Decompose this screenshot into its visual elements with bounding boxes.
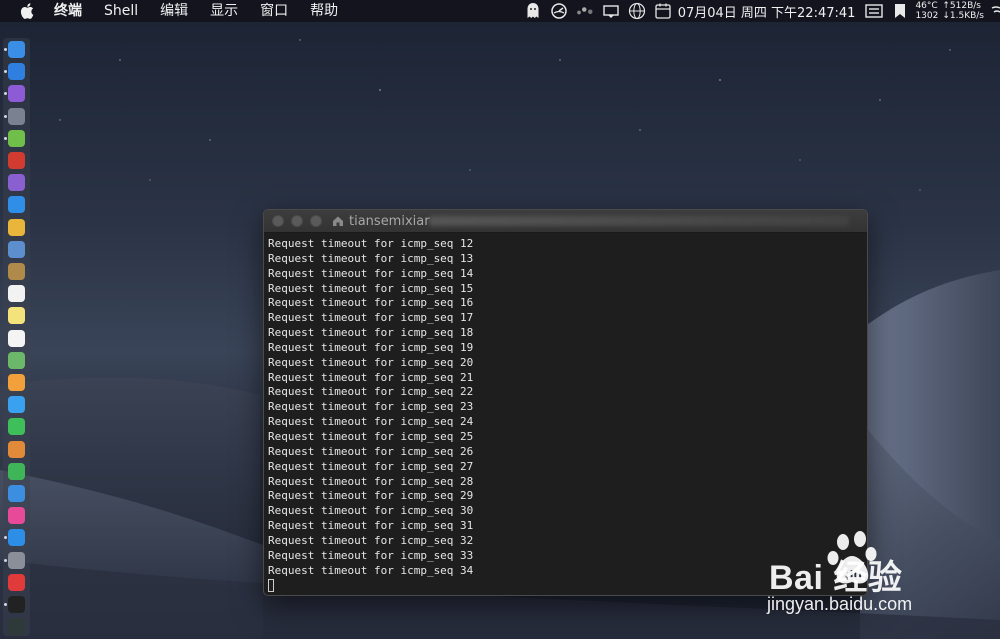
download-rate: ↓1.5KB/s <box>942 11 984 21</box>
facetime-icon[interactable] <box>8 418 25 436</box>
network-stats[interactable]: ↑512B/s ↓1.5KB/s <box>942 1 984 21</box>
notes-icon[interactable] <box>8 307 25 325</box>
terminal-line: Request timeout for icmp_seq 29 <box>268 489 474 503</box>
window-title: tiansemixiar <box>349 213 430 229</box>
running-indicator <box>4 136 7 140</box>
ghost-icon[interactable] <box>524 2 542 20</box>
calendar-icon[interactable] <box>654 2 672 20</box>
fan-speed: 1302 <box>915 11 939 21</box>
desktop: 终端 Shell 编辑 显示 窗口 帮助 07月04日 周四 下午22:47:4… <box>0 0 1000 639</box>
itunes-icon[interactable] <box>8 507 25 525</box>
running-indicator <box>4 48 7 51</box>
app-purple-icon[interactable] <box>8 174 25 192</box>
terminal-line: Request timeout for icmp_seq 12 <box>268 237 474 250</box>
speedometer-icon[interactable] <box>550 2 568 20</box>
maps-icon[interactable] <box>8 351 25 369</box>
wifi-icon[interactable] <box>990 2 1000 20</box>
terminal-line: Request timeout for icmp_seq 24 <box>268 415 474 429</box>
dots-icon[interactable] <box>576 2 594 20</box>
pages-icon[interactable] <box>8 440 25 458</box>
terminal-line: Request timeout for icmp_seq 21 <box>268 370 474 384</box>
terminal-line: Request timeout for icmp_seq 23 <box>268 400 474 414</box>
apple-menu-icon[interactable] <box>20 0 38 22</box>
watermark-brand: Bai 经验 <box>769 559 903 597</box>
baidu-jingyan-watermark: du Bai 经验 jingyan.baidu.com <box>765 530 995 630</box>
notification-icon[interactable] <box>602 2 620 20</box>
terminal-line: Request timeout for icmp_seq 30 <box>268 504 474 518</box>
terminal-line: Request timeout for icmp_seq 22 <box>268 385 474 399</box>
safari-icon[interactable] <box>8 63 25 81</box>
launchpad-icon[interactable] <box>8 107 25 125</box>
running-indicator <box>4 70 7 74</box>
close-button[interactable] <box>272 215 284 227</box>
terminal-line: Request timeout for icmp_seq 17 <box>268 311 474 325</box>
bookmark-icon[interactable] <box>891 2 909 20</box>
terminal-titlebar[interactable]: tiansemixiar <box>264 210 867 233</box>
globe-icon[interactable] <box>628 2 646 20</box>
finder-icon[interactable] <box>8 41 25 58</box>
watermark-url: jingyan.baidu.com <box>767 594 913 614</box>
system-stats-left[interactable]: 46°C 1302 <box>915 1 938 21</box>
keynote-icon[interactable] <box>8 485 25 502</box>
terminal-line: Request timeout for icmp_seq 20 <box>268 355 474 369</box>
menu-edit[interactable]: 编辑 <box>160 0 188 22</box>
terminal-line: Request timeout for icmp_seq 14 <box>268 266 474 280</box>
terminal-line: Request timeout for icmp_seq 25 <box>268 429 474 443</box>
siri-icon[interactable] <box>8 85 25 103</box>
app-store-icon[interactable] <box>8 529 25 547</box>
reminders-icon[interactable] <box>8 329 25 347</box>
safari-compass-icon[interactable] <box>8 196 25 214</box>
terminal-line: Request timeout for icmp_seq 19 <box>268 340 474 354</box>
terminal-line: Request timeout for icmp_seq 18 <box>268 326 474 340</box>
activity-monitor-icon[interactable] <box>8 618 25 636</box>
photos-icon[interactable] <box>8 374 25 391</box>
terminal-line: Request timeout for icmp_seq 16 <box>268 296 474 310</box>
running-indicator <box>4 558 7 562</box>
app-red-icon[interactable] <box>8 152 25 169</box>
zoom-button[interactable] <box>310 215 322 227</box>
title-redaction-blur <box>429 216 849 226</box>
terminal-line: Request timeout for icmp_seq 26 <box>268 444 474 458</box>
preview-icon[interactable] <box>8 240 25 258</box>
running-indicator <box>4 603 7 606</box>
notes-brown-icon[interactable] <box>8 263 25 280</box>
chrome-icon[interactable] <box>8 218 25 236</box>
running-indicator <box>4 536 7 540</box>
minimize-button[interactable] <box>291 215 303 227</box>
android-icon[interactable] <box>8 129 25 147</box>
home-folder-icon <box>332 215 344 227</box>
display-icon[interactable] <box>865 2 884 20</box>
system-preferences-icon[interactable] <box>8 551 25 569</box>
terminal-line: Request timeout for icmp_seq 15 <box>268 281 474 295</box>
running-indicator <box>4 114 7 118</box>
menu-clock[interactable]: 07月04日 周四 下午22:47:41 <box>678 2 856 21</box>
menu-help[interactable]: 帮助 <box>310 0 338 22</box>
calendar-icon[interactable] <box>8 285 25 303</box>
terminal-icon[interactable] <box>8 596 25 613</box>
terminal-line: Request timeout for icmp_seq 28 <box>268 474 474 488</box>
cpu-temp: 46°C <box>915 1 938 11</box>
terminal-line: Request timeout for icmp_seq 27 <box>268 459 474 473</box>
upload-rate: ↑512B/s <box>942 1 981 11</box>
running-indicator <box>4 92 7 96</box>
menu-bar: 终端 Shell 编辑 显示 窗口 帮助 07月04日 周四 下午22:47:4… <box>0 0 1000 22</box>
terminal-cursor <box>268 579 274 593</box>
numbers-icon[interactable] <box>8 462 25 480</box>
menu-app-name[interactable]: 终端 <box>54 0 82 22</box>
vivaldi-icon[interactable] <box>8 573 25 591</box>
menu-shell[interactable]: Shell <box>104 0 138 22</box>
menu-window[interactable]: 窗口 <box>260 0 288 22</box>
messages-icon[interactable] <box>8 396 25 414</box>
menu-view[interactable]: 显示 <box>210 0 238 22</box>
dock <box>3 38 30 636</box>
terminal-line: Request timeout for icmp_seq 13 <box>268 251 474 265</box>
